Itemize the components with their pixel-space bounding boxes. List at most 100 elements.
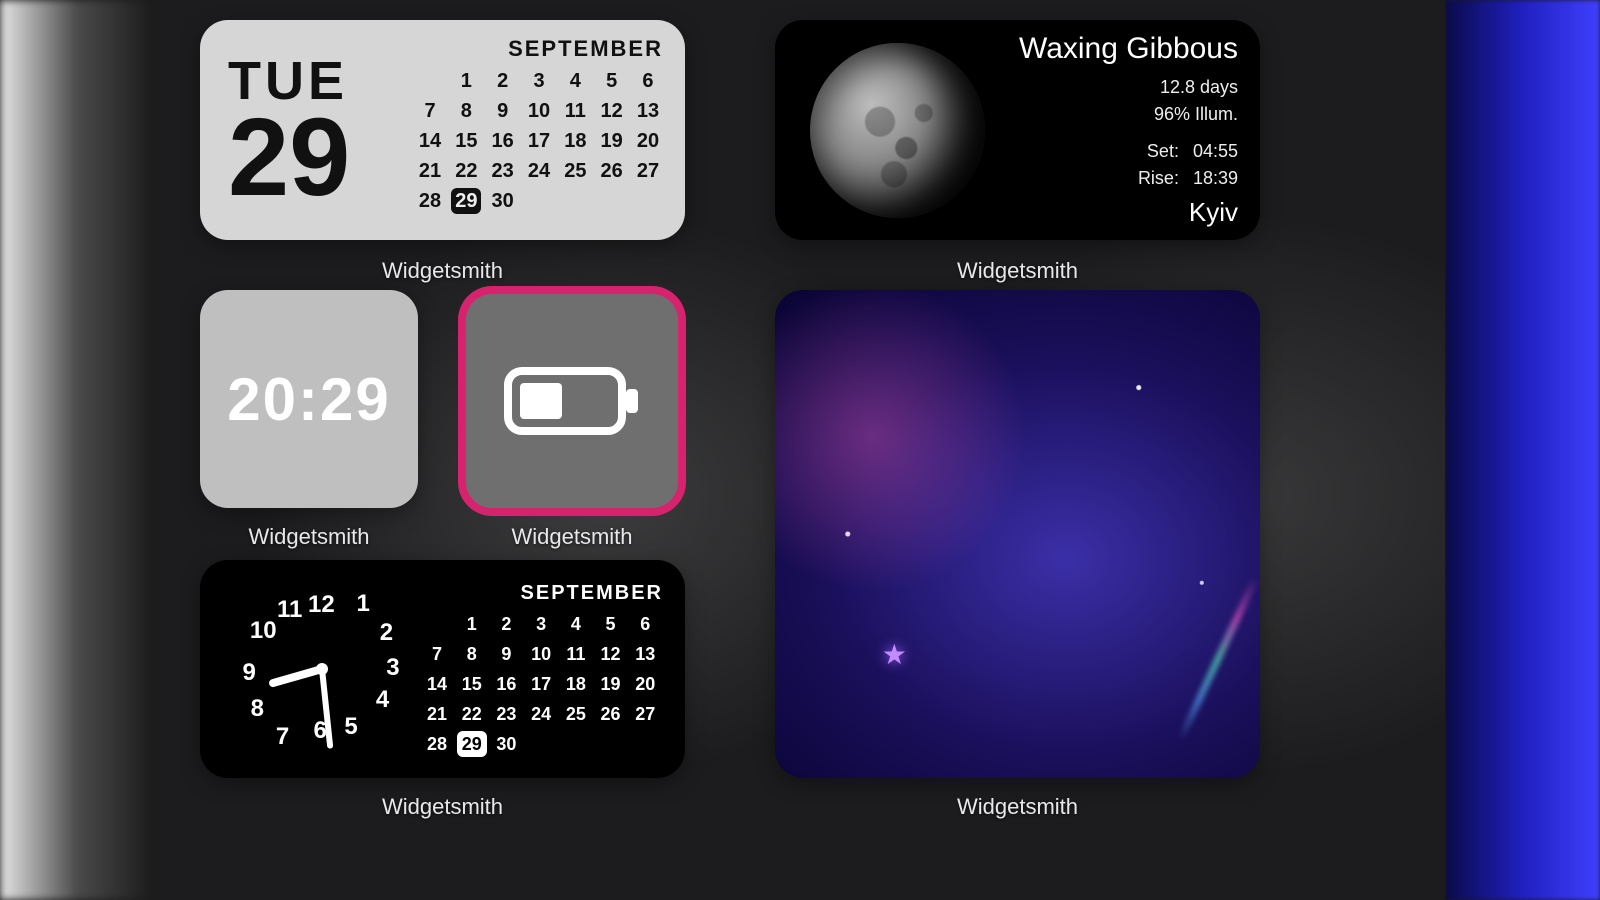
widget-photo-nebula[interactable] (775, 290, 1260, 778)
calendar-day-cell: 25 (561, 701, 591, 727)
calendar-day-cell: 28 (422, 731, 452, 757)
calendar-day-cell: 11 (561, 641, 591, 667)
clock-numeral: 1 (356, 590, 369, 618)
clock-numeral: 11 (277, 596, 302, 624)
calendar-day-cell: 3 (524, 68, 554, 94)
calendar-day-cell: 9 (491, 641, 521, 667)
time-value: 20:29 (227, 365, 390, 434)
calendar-day-cell: 25 (560, 158, 590, 184)
calendar-day-cell: 13 (630, 641, 660, 667)
calendar-day-cell: 19 (597, 128, 627, 154)
calendar-grid-dark: 1234567891011121314151617181920212223242… (422, 611, 663, 757)
calendar-month-label: SEPTEMBER (411, 36, 663, 62)
calendar-day-of-month: 29 (228, 108, 411, 207)
calendar-day-cell: 1 (457, 611, 487, 637)
calendar-day-cell: 8 (457, 641, 487, 667)
calendar-day-cell: 21 (415, 158, 445, 184)
calendar-day-cell: 4 (560, 68, 590, 94)
calendar-day-cell: 5 (597, 68, 627, 94)
clock-numeral: 2 (380, 619, 393, 647)
calendar-day-cell: 16 (488, 128, 518, 154)
calendar-day-cell: 12 (597, 98, 627, 124)
calendar-day-cell: 6 (630, 611, 660, 637)
calendar-day-cell: 7 (415, 98, 445, 124)
calendar-day-cell: 21 (422, 701, 452, 727)
clock-numeral: 9 (242, 659, 255, 687)
calendar-day-cell: 14 (415, 128, 445, 154)
calendar-day-cell: 26 (596, 701, 626, 727)
calendar-day-cell: 24 (524, 158, 554, 184)
moon-info: Waxing Gibbous 12.8 days 96% Illum. Set:… (997, 32, 1238, 228)
calendar-day-cell: 30 (491, 731, 521, 757)
widget-battery[interactable] (466, 294, 678, 508)
analog-clock-dial: 123456789101112 (222, 574, 422, 764)
calendar-day-cell: 23 (488, 158, 518, 184)
calendar-grid-block: SEPTEMBER 123456789101112131415161718192… (411, 36, 663, 224)
calendar-day-cell: 18 (561, 671, 591, 697)
moon-rise-label: Rise: (1138, 165, 1179, 192)
calendar-day-cell: 1 (451, 68, 481, 94)
clock-pivot (316, 663, 328, 675)
calendar-day-cell: 17 (524, 128, 554, 154)
calendar-grid-block-dark: SEPTEMBER 123456789101112131415161718192… (422, 582, 663, 757)
clock-numeral: 12 (308, 591, 335, 619)
widget-analog-clock-calendar[interactable]: 123456789101112 SEPTEMBER 12345678910111… (200, 560, 685, 778)
calendar-day-cell: 3 (526, 611, 556, 637)
widget-label: Widgetsmith (775, 794, 1260, 820)
calendar-day-cell: 18 (560, 128, 590, 154)
widget-moon-phase[interactable]: Waxing Gibbous 12.8 days 96% Illum. Set:… (775, 20, 1260, 240)
battery-half-icon (502, 361, 642, 441)
moon-city: Kyiv (997, 197, 1238, 228)
clock-numeral: 4 (376, 686, 389, 714)
moon-set-label: Set: (1147, 138, 1179, 165)
calendar-day-cell: 8 (451, 98, 481, 124)
widget-time[interactable]: 20:29 (200, 290, 418, 508)
calendar-day-cell: 16 (491, 671, 521, 697)
clock-numeral: 5 (344, 713, 357, 741)
widget-battery-selected-frame[interactable] (458, 286, 686, 516)
calendar-day-cell: 19 (596, 671, 626, 697)
moon-icon (810, 43, 985, 218)
clock-numeral: 7 (276, 723, 289, 751)
widget-label: Widgetsmith (775, 258, 1260, 284)
calendar-month-label-dark: SEPTEMBER (422, 582, 663, 605)
calendar-day-cell: 10 (526, 641, 556, 667)
frame-blur-left (0, 0, 155, 900)
calendar-day-cell: 17 (526, 671, 556, 697)
calendar-day-cell: 27 (630, 701, 660, 727)
widget-label: Widgetsmith (463, 524, 681, 550)
calendar-day-cell: 6 (633, 68, 663, 94)
calendar-day-cell: 13 (633, 98, 663, 124)
home-screen-stage: TUE 29 SEPTEMBER 12345678910111213141516… (155, 0, 1445, 900)
calendar-day-cell: 29 (457, 731, 487, 757)
moon-set-time: 04:55 (1193, 138, 1238, 165)
calendar-day-cell: 28 (415, 188, 445, 214)
calendar-grid: 1234567891011121314151617181920212223242… (411, 68, 663, 214)
calendar-day-cell: 15 (457, 671, 487, 697)
calendar-day-cell: 12 (596, 641, 626, 667)
calendar-day-cell: 10 (524, 98, 554, 124)
calendar-day-cell: 9 (488, 98, 518, 124)
calendar-day-cell: 11 (560, 98, 590, 124)
clock-numeral: 6 (313, 717, 326, 745)
widget-label: Widgetsmith (200, 258, 685, 284)
clock-numeral: 8 (251, 695, 264, 723)
calendar-day-cell: 29 (451, 188, 481, 214)
moon-image-container (797, 32, 997, 228)
calendar-day-cell: 22 (457, 701, 487, 727)
moon-age: 12.8 days (997, 74, 1238, 101)
calendar-day-cell: 23 (491, 701, 521, 727)
moon-rise-row: Rise: 18:39 (997, 165, 1238, 192)
widget-label: Widgetsmith (200, 794, 685, 820)
calendar-day-cell: 2 (488, 68, 518, 94)
calendar-day-block: TUE 29 (228, 36, 411, 224)
calendar-day-cell: 4 (561, 611, 591, 637)
calendar-day-cell: 20 (630, 671, 660, 697)
calendar-day-cell: 20 (633, 128, 663, 154)
frame-blur-right (1445, 0, 1600, 900)
calendar-day-cell: 15 (451, 128, 481, 154)
moon-illum: 96% Illum. (997, 101, 1238, 128)
calendar-day-cell: 5 (596, 611, 626, 637)
widget-calendar-light[interactable]: TUE 29 SEPTEMBER 12345678910111213141516… (200, 20, 685, 240)
moon-phase-label: Waxing Gibbous (997, 32, 1238, 66)
